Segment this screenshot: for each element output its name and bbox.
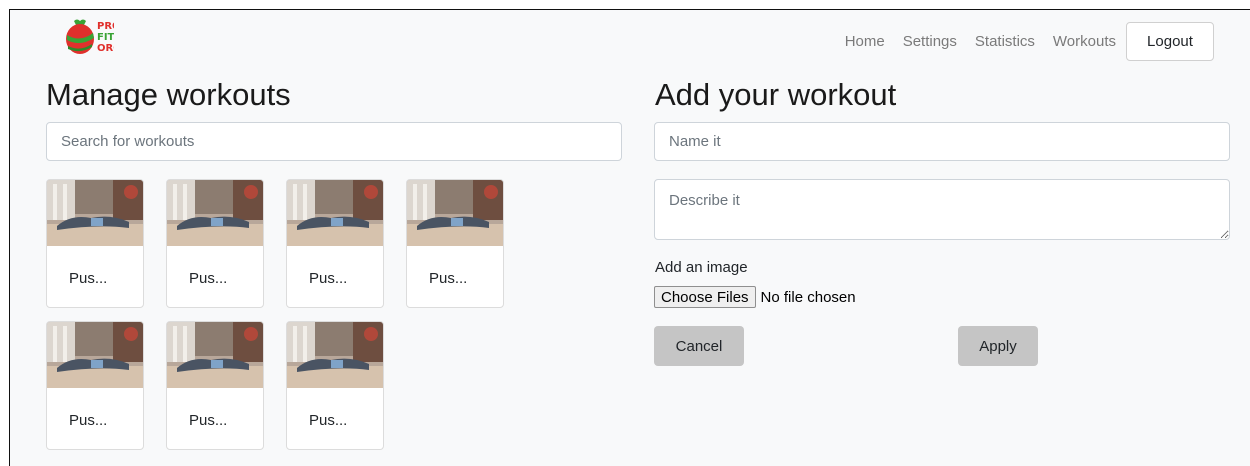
workout-thumbnail [167, 322, 263, 388]
workout-card-title: Pus... [429, 270, 468, 287]
logo-text-fit: FIT [97, 32, 114, 43]
nav-settings[interactable]: Settings [903, 23, 957, 61]
workout-card[interactable]: Pus... [406, 179, 504, 308]
file-picker: Choose Files No file chosen [654, 286, 856, 308]
nav-workouts[interactable]: Workouts [1053, 23, 1116, 61]
workout-thumbnail [287, 180, 383, 246]
choose-files-button[interactable]: Choose Files [654, 286, 756, 308]
workout-name-input[interactable] [654, 122, 1230, 161]
workout-card[interactable]: Pus... [166, 179, 264, 308]
workout-card[interactable]: Pus... [286, 179, 384, 308]
workout-card-title: Pus... [189, 412, 228, 429]
add-workout-title: Add your workout [655, 77, 897, 112]
logo-text-oro: ORO [97, 43, 114, 54]
file-status-text: No file chosen [760, 288, 856, 306]
workout-description-input[interactable] [654, 179, 1230, 240]
workout-card[interactable]: Pus... [166, 321, 264, 450]
add-image-label: Add an image [655, 259, 748, 276]
logout-button[interactable]: Logout [1126, 22, 1214, 61]
top-nav: Home Settings Statistics Workouts Logout [845, 22, 1214, 61]
workout-card[interactable]: Pus... [46, 321, 144, 450]
workout-thumbnail [47, 180, 143, 246]
workout-card-title: Pus... [69, 270, 108, 287]
workout-card-title: Pus... [309, 270, 348, 287]
workout-card-title: Pus... [69, 412, 108, 429]
workout-thumbnail [47, 322, 143, 388]
workout-thumbnail [167, 180, 263, 246]
apply-button[interactable]: Apply [958, 326, 1038, 366]
profitoro-logo[interactable]: PRO FIT ORO [64, 17, 114, 61]
workout-thumbnail [407, 180, 503, 246]
workout-card[interactable]: Pus... [286, 321, 384, 450]
manage-workouts-title: Manage workouts [46, 77, 291, 112]
cancel-button[interactable]: Cancel [654, 326, 744, 366]
workout-card-title: Pus... [189, 270, 228, 287]
search-input[interactable] [46, 122, 622, 161]
nav-statistics[interactable]: Statistics [975, 23, 1035, 61]
workout-card-title: Pus... [309, 412, 348, 429]
nav-home[interactable]: Home [845, 23, 885, 61]
logo-text-pro: PRO [97, 21, 114, 32]
workout-thumbnail [287, 322, 383, 388]
workout-card[interactable]: Pus... [46, 179, 144, 308]
